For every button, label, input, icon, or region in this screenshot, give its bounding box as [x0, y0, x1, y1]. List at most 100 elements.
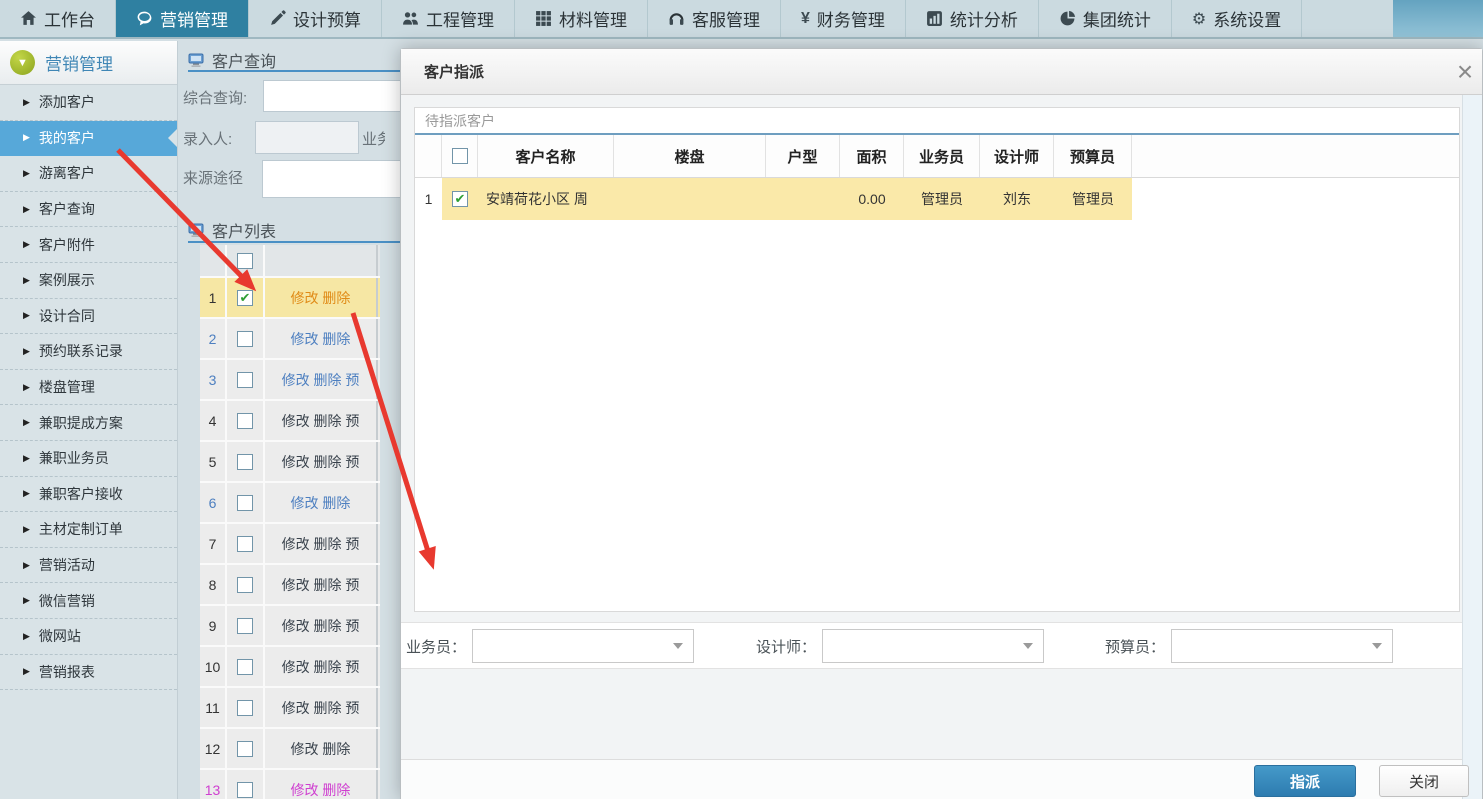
checkbox-cell — [227, 606, 265, 645]
customer-list-table: 1修改 删除2修改 删除3修改 删除 预4修改 删除 预5修改 删除 预6修改 … — [200, 245, 380, 799]
row-action-links[interactable]: 修改 删除 预 — [265, 442, 378, 481]
sidebar-item-4[interactable]: ▶客户查询 — [0, 192, 177, 228]
assign-select-1[interactable] — [472, 629, 694, 663]
checkbox-cell — [227, 565, 265, 604]
modal-cell: 刘东 — [980, 178, 1054, 220]
sidebar-item-label: 客户附件 — [39, 235, 95, 255]
checkbox-cell — [227, 278, 265, 317]
sidebar-item-10[interactable]: ▶兼职提成方案 — [0, 405, 177, 441]
row-action-links[interactable]: 修改 删除 预 — [265, 647, 378, 686]
nav-tab-2[interactable]: 营销管理 — [116, 0, 249, 37]
row-action-links[interactable]: 修改 删除 — [265, 729, 378, 768]
sidebar-item-label: 兼职业务员 — [39, 448, 109, 468]
select-all-checkbox[interactable] — [237, 253, 253, 269]
nav-tab-10[interactable]: ⚙系统设置 — [1172, 0, 1302, 37]
row-action-links[interactable]: 修改 删除 — [265, 278, 378, 317]
row-action-links[interactable]: 修改 删除 预 — [265, 360, 378, 399]
nav-tab-5[interactable]: 材料管理 — [515, 0, 648, 37]
row-checkbox[interactable] — [237, 495, 253, 511]
row-checkbox[interactable] — [237, 659, 253, 675]
close-button[interactable]: 关闭 — [1379, 765, 1469, 797]
nav-tab-7[interactable]: ¥ 财务管理 — [781, 0, 906, 37]
row-checkbox[interactable] — [237, 577, 253, 593]
nav-tab-6[interactable]: 客服管理 — [648, 0, 781, 37]
triangle-right-icon: ▶ — [23, 666, 30, 677]
row-checkbox[interactable] — [237, 372, 253, 388]
row-checkbox[interactable] — [237, 454, 253, 470]
table-row: 11修改 删除 预 — [200, 688, 380, 729]
sidebar-item-1[interactable]: ▶添加客户 — [0, 85, 177, 121]
sidebar-item-label: 营销活动 — [39, 555, 95, 575]
triangle-right-icon: ▶ — [23, 382, 30, 393]
sidebar-item-label: 兼职提成方案 — [39, 413, 123, 433]
row-action-links[interactable]: 修改 删除 预 — [265, 688, 378, 727]
sidebar-item-9[interactable]: ▶楼盘管理 — [0, 370, 177, 406]
sidebar-item-2[interactable]: ▶我的客户 — [0, 121, 177, 157]
pending-customers-section-title: 待指派客户 — [415, 108, 1459, 135]
checkbox-cell — [227, 688, 265, 727]
triangle-right-icon: ▶ — [23, 595, 30, 606]
list-panel-title: 客户列表 — [188, 218, 276, 242]
assign-button[interactable]: 指派 — [1254, 765, 1356, 797]
row-action-links[interactable]: 修改 删除 — [265, 319, 378, 358]
sidebar-item-5[interactable]: ▶客户附件 — [0, 227, 177, 263]
sidebar-item-label: 客户查询 — [39, 199, 95, 219]
table-row: 1修改 删除 — [200, 278, 380, 319]
monitor-icon — [188, 53, 204, 68]
sidebar-title: 营销管理 — [45, 50, 113, 75]
sidebar-item-13[interactable]: ▶主材定制订单 — [0, 512, 177, 548]
row-checkbox[interactable] — [237, 290, 253, 306]
sidebar-item-16[interactable]: ▶微网站 — [0, 619, 177, 655]
sidebar-item-15[interactable]: ▶微信营销 — [0, 583, 177, 619]
row-checkbox[interactable] — [237, 331, 253, 347]
modal-row-checkbox[interactable] — [452, 191, 468, 207]
row-checkbox[interactable] — [237, 536, 253, 552]
sidebar-item-11[interactable]: ▶兼职业务员 — [0, 441, 177, 477]
checkbox-cell — [227, 319, 265, 358]
sidebar-item-3[interactable]: ▶游离客户 — [0, 156, 177, 192]
row-checkbox[interactable] — [237, 413, 253, 429]
grid-icon — [535, 10, 552, 27]
row-action-links[interactable]: 修改 删除 预 — [265, 524, 378, 563]
row-checkbox[interactable] — [237, 618, 253, 634]
yen-icon: ¥ — [801, 10, 810, 28]
nav-tab-label: 系统设置 — [1213, 6, 1281, 31]
sidebar-item-12[interactable]: ▶兼职客户接收 — [0, 477, 177, 513]
row-action-links[interactable]: 修改 删除 — [265, 770, 378, 799]
sidebar-item-label: 设计合同 — [39, 306, 95, 326]
triangle-right-icon: ▶ — [23, 488, 30, 499]
row-checkbox[interactable] — [237, 782, 253, 798]
modal-row-number: 1 — [415, 178, 442, 220]
row-number: 4 — [200, 401, 227, 440]
sidebar-header[interactable]: ▼ 营销管理 — [0, 41, 177, 85]
triangle-right-icon: ▶ — [23, 168, 30, 179]
row-checkbox[interactable] — [237, 741, 253, 757]
nav-tab-1[interactable]: 工作台 — [0, 0, 116, 37]
assign-select-2[interactable] — [822, 629, 1044, 663]
nav-tab-label: 财务管理 — [817, 6, 885, 31]
sidebar-item-14[interactable]: ▶营销活动 — [0, 548, 177, 584]
assign-controls-bar: 业务员：设计师：预算员： — [401, 622, 1462, 669]
row-action-links[interactable]: 修改 删除 — [265, 483, 378, 522]
row-action-links[interactable]: 修改 删除 预 — [265, 401, 378, 440]
triangle-right-icon: ▶ — [23, 310, 30, 321]
nav-tab-8[interactable]: 统计分析 — [906, 0, 1039, 37]
sidebar-item-7[interactable]: ▶ 设计合同 — [0, 299, 177, 335]
close-icon[interactable]: × — [1450, 57, 1480, 87]
row-number: 3 — [200, 360, 227, 399]
row-action-links[interactable]: 修改 删除 预 — [265, 565, 378, 604]
nav-tab-3[interactable]: 设计预算 — [249, 0, 382, 37]
sidebar-item-17[interactable]: ▶营销报表 — [0, 655, 177, 691]
modal-select-all-checkbox[interactable] — [452, 148, 468, 164]
row-action-links[interactable]: 修改 删除 预 — [265, 606, 378, 645]
row-checkbox[interactable] — [237, 700, 253, 716]
table-row: 10修改 删除 预 — [200, 647, 380, 688]
nav-tab-4[interactable]: 工程管理 — [382, 0, 515, 37]
assign-select-3[interactable] — [1171, 629, 1393, 663]
modal-scrollbar-track[interactable] — [1462, 95, 1482, 799]
nav-tab-9[interactable]: 集团统计 — [1039, 0, 1172, 37]
sidebar-item-6[interactable]: ▶案例展示 — [0, 263, 177, 299]
entry-person-input[interactable] — [255, 121, 359, 154]
sidebar-item-8[interactable]: ▶预约联系记录 — [0, 334, 177, 370]
modal-header: 客户指派 × — [401, 49, 1482, 95]
